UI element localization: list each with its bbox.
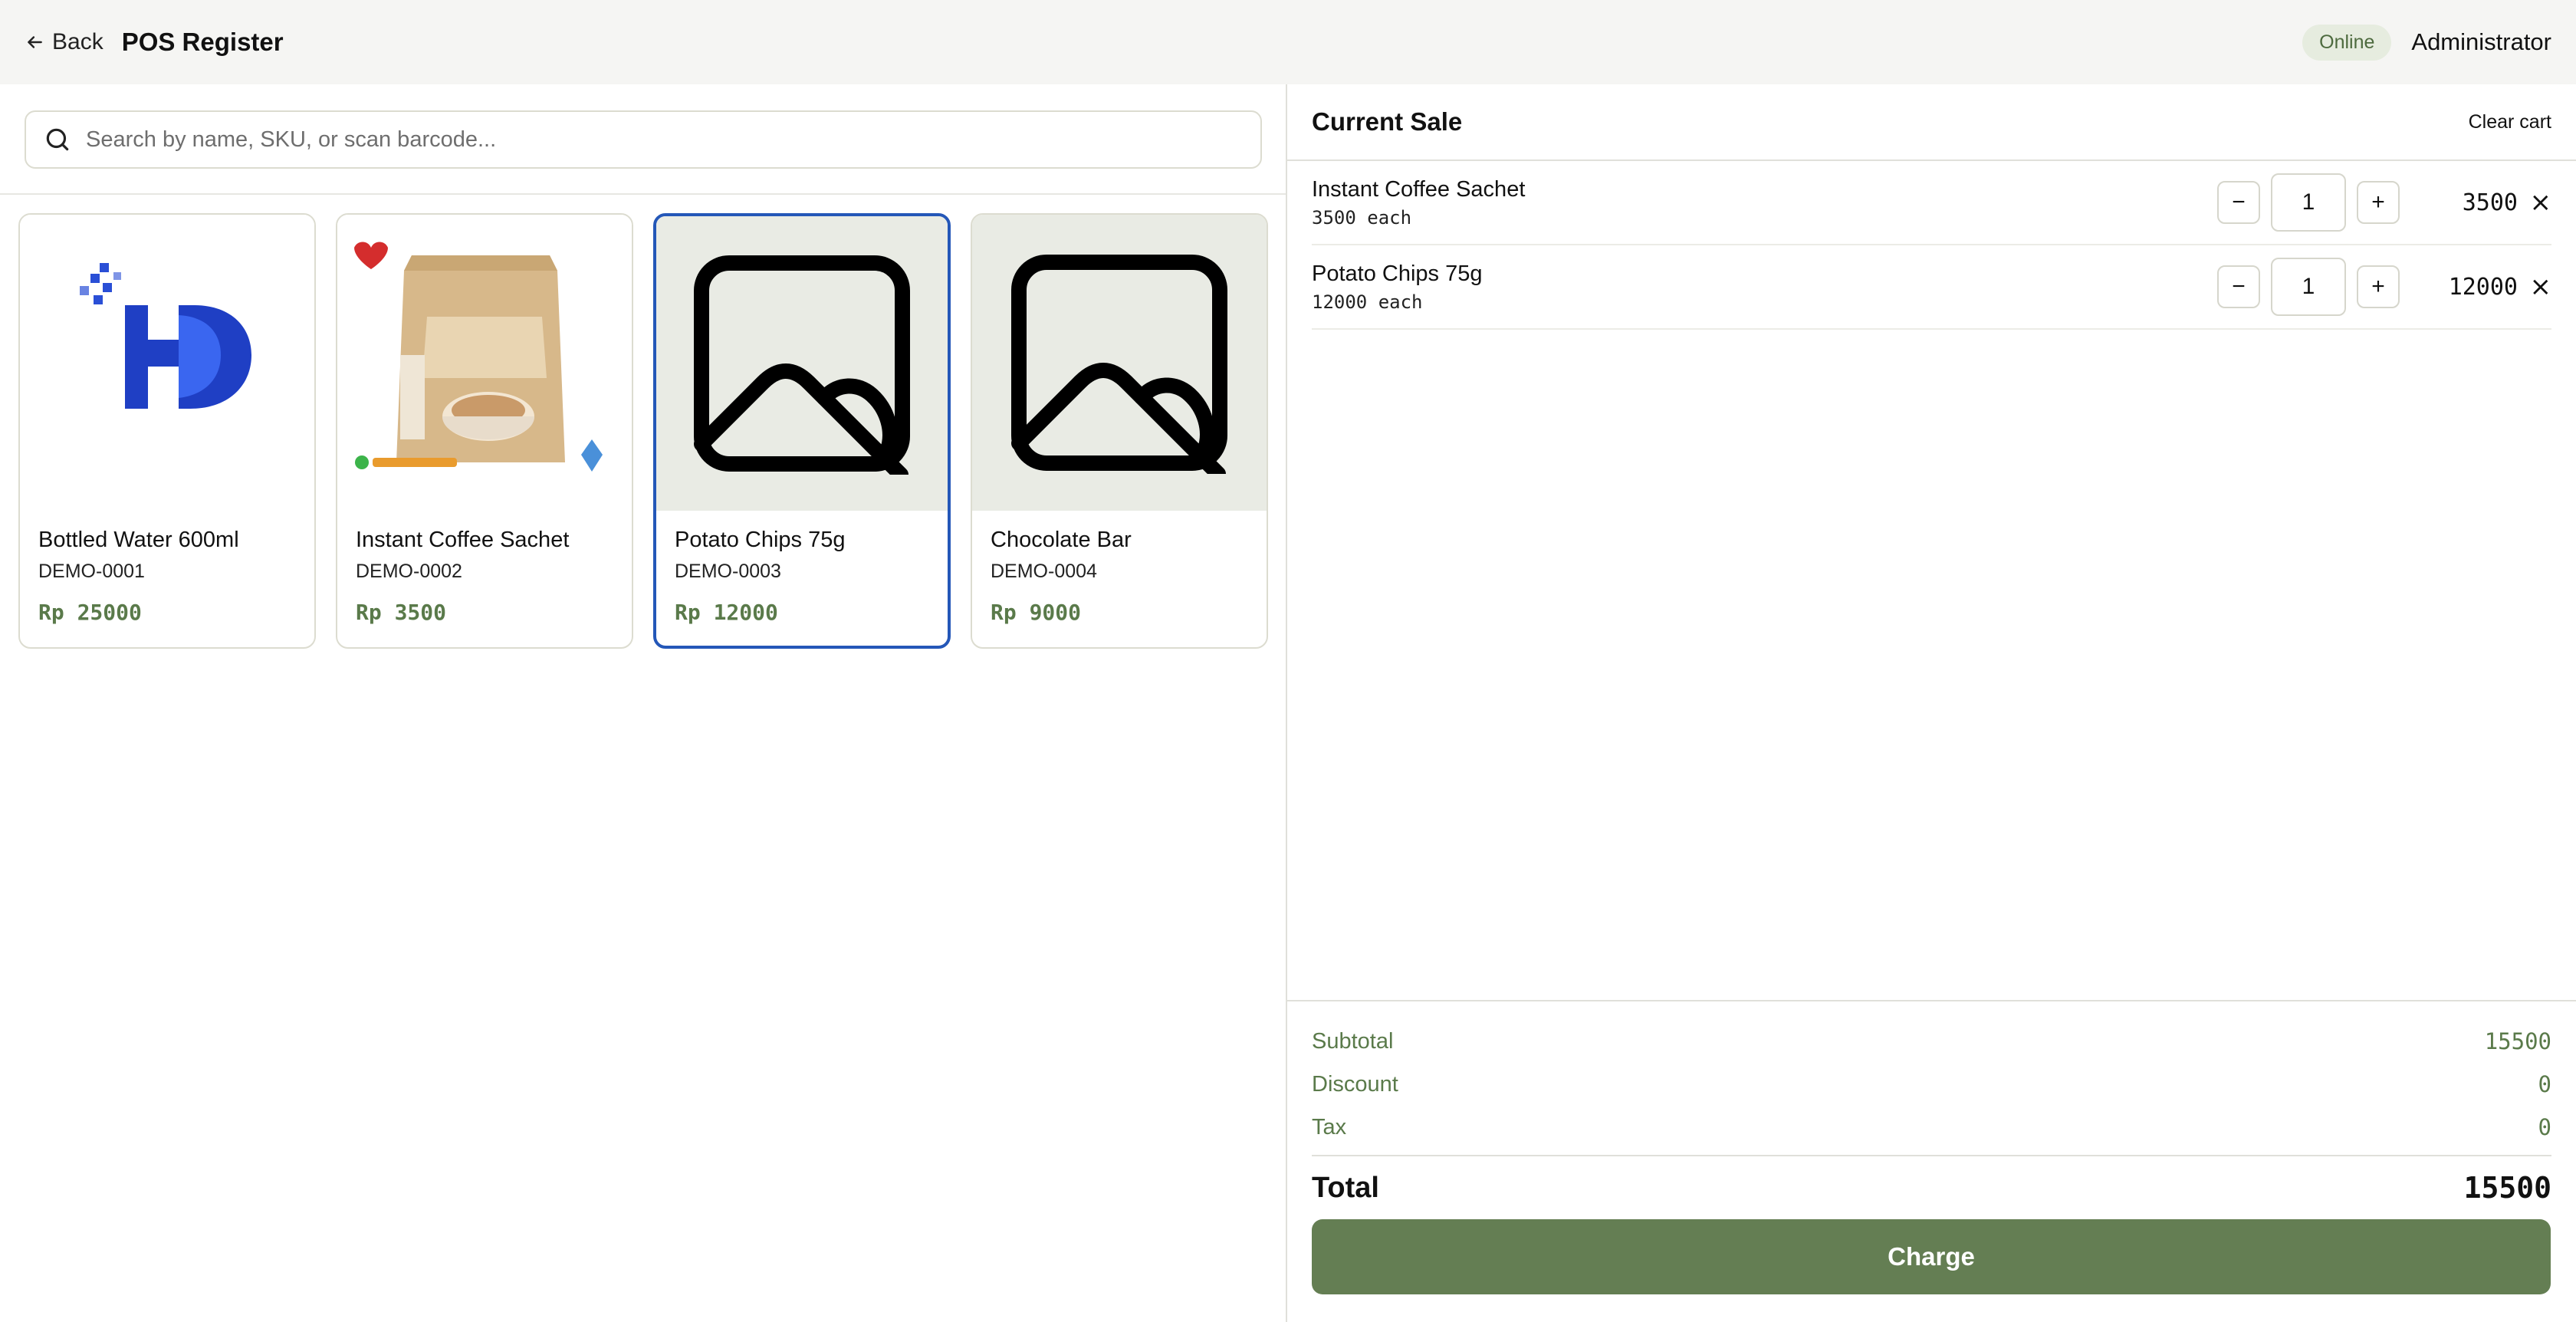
product-card[interactable]: Instant Coffee Sachet DEMO-0002 Rp 3500 [336,213,633,649]
line-total: 3500 [2462,189,2518,216]
remove-item-button[interactable]: × [2518,271,2552,302]
cart-item-controls: − + 12000 × [2217,258,2551,316]
discount-label: Discount [1312,1071,1398,1097]
product-name: Potato Chips 75g [675,528,846,552]
charge-button[interactable]: Charge [1312,1219,2551,1294]
tax-label: Tax [1312,1114,1347,1139]
cart-panel: Current Sale Clear cart Instant Coffee S… [1287,84,2576,1322]
header-left: Back POS Register [25,28,284,57]
product-price: Rp 9000 [991,600,1082,625]
decrease-qty-button[interactable]: − [2217,181,2260,224]
cart-header: Current Sale Clear cart [1287,84,2576,161]
increase-qty-button[interactable]: + [2357,265,2400,308]
decrease-qty-button[interactable]: − [2217,265,2260,308]
hevi-logo-icon [80,263,251,409]
product-card[interactable]: Chocolate Bar DEMO-0004 Rp 9000 [971,213,1268,649]
cart-item: Instant Coffee Sachet 3500 each − + 3500… [1312,161,2551,245]
header-right: Online Administrator [2302,24,2551,61]
cart-item-unit-price: 12000 each [1312,291,1423,313]
clear-cart-button[interactable]: Clear cart [2469,111,2551,133]
product-image [656,216,948,511]
top-bar: Back POS Register Online Administrator [0,0,2576,84]
cart-item-details: Instant Coffee Sachet 3500 each [1312,177,1525,229]
product-sku: DEMO-0002 [356,561,462,582]
status-badge: Online [2302,24,2392,61]
coffee-package-icon [354,242,603,472]
image-placeholder-icon [694,255,910,475]
tax-value: 0 [2538,1114,2551,1140]
arrow-left-icon [28,36,42,48]
product-price: Rp 25000 [38,600,142,625]
cart-title: Current Sale [1312,107,1463,136]
quantity-input[interactable] [2271,258,2346,316]
remove-item-button[interactable]: × [2518,187,2552,218]
subtotal-value: 15500 [2484,1028,2551,1054]
cart-list: Instant Coffee Sachet 3500 each − + 3500… [1287,161,2576,330]
product-info: Chocolate Bar DEMO-0004 Rp 9000 [972,511,1267,642]
increase-qty-button[interactable]: + [2357,181,2400,224]
product-image [337,215,632,511]
product-panel: Bottled Water 600ml DEMO-0001 Rp 25000 [0,84,1286,1322]
quantity-input[interactable] [2271,173,2346,232]
subtotal-row: Subtotal 15500 [1312,1020,2551,1063]
product-name: Instant Coffee Sachet [356,528,570,552]
cart-item-controls: − + 3500 × [2217,173,2551,232]
product-info: Instant Coffee Sachet DEMO-0002 Rp 3500 [337,511,632,642]
image-placeholder-icon [1011,255,1227,474]
product-name: Bottled Water 600ml [38,528,239,552]
product-image [972,215,1267,511]
subtotal-label: Subtotal [1312,1028,1394,1054]
cart-item-details: Potato Chips 75g 12000 each [1312,261,1482,313]
search-input[interactable] [86,127,1244,153]
product-grid: Bottled Water 600ml DEMO-0001 Rp 25000 I… [18,213,1268,649]
discount-row: Discount 0 [1312,1063,2551,1106]
cart-item-unit-price: 3500 each [1312,206,1412,229]
product-image [20,215,314,511]
product-info: Potato Chips 75g DEMO-0003 Rp 12000 [656,511,948,642]
product-info: Bottled Water 600ml DEMO-0001 Rp 25000 [20,511,314,642]
total-value: 15500 [2463,1171,2551,1205]
search-box[interactable] [25,110,1262,169]
back-button[interactable]: Back [25,29,104,55]
cart-summary: Subtotal 15500 Discount 0 Tax 0 Total 15… [1287,1000,2576,1322]
product-price: Rp 12000 [675,600,778,625]
page-title: POS Register [121,28,284,56]
product-card[interactable]: Potato Chips 75g DEMO-0003 Rp 12000 [653,213,951,649]
tax-row: Tax 0 [1312,1106,2551,1149]
product-sku: DEMO-0004 [991,561,1097,582]
total-row: Total 15500 [1312,1156,2551,1219]
product-name: Chocolate Bar [991,528,1132,552]
line-total: 12000 [2448,273,2518,301]
search-icon [46,128,69,151]
product-price: Rp 3500 [356,600,447,625]
cart-item: Potato Chips 75g 12000 each − + 12000 × [1312,245,2551,330]
product-sku: DEMO-0003 [675,561,781,582]
total-label: Total [1312,1171,1379,1204]
search-bar [0,84,1286,195]
cart-item-name: Potato Chips 75g [1312,261,1483,286]
cart-item-name: Instant Coffee Sachet [1312,176,1526,202]
discount-value: 0 [2538,1071,2551,1097]
back-label: Back [52,29,104,54]
product-card[interactable]: Bottled Water 600ml DEMO-0001 Rp 25000 [18,213,316,649]
user-name[interactable]: Administrator [2411,28,2551,56]
product-sku: DEMO-0001 [38,561,145,582]
